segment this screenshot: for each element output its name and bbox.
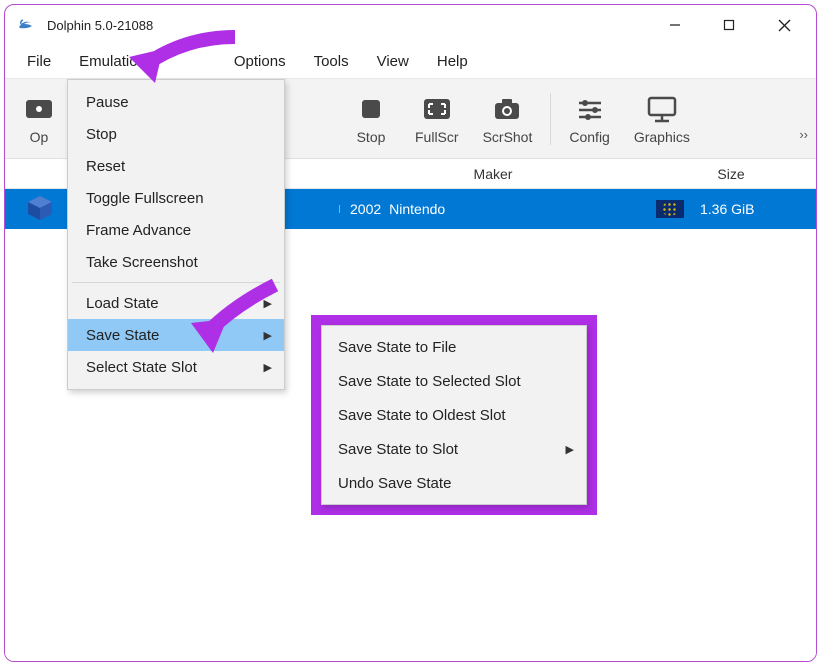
menu-pause[interactable]: Pause: [68, 86, 284, 118]
submenu-arrow-icon: ▶: [264, 361, 272, 374]
submenu-save-to-slot[interactable]: Save State to Slot ▶: [322, 432, 586, 466]
save-state-submenu-highlight: Save State to File Save State to Selecte…: [311, 315, 597, 515]
screenshot-label: ScrShot: [483, 129, 533, 145]
config-label: Config: [569, 129, 609, 145]
toolbar-overflow-icon[interactable]: ››: [799, 127, 808, 142]
submenu-arrow-icon: ▶: [264, 329, 272, 342]
graphics-button[interactable]: Graphics: [622, 87, 702, 151]
menubar: File Emulation Options Tools View Help: [5, 45, 816, 79]
titlebar: Dolphin 5.0-21088: [5, 5, 816, 45]
menu-load-state[interactable]: Load State ▶: [68, 287, 284, 319]
sliders-icon: [574, 93, 606, 125]
menu-emulation[interactable]: Emulation: [65, 45, 160, 78]
disc-icon: [23, 93, 55, 125]
submenu-undo-save-state[interactable]: Undo Save State: [322, 466, 586, 500]
menu-stop[interactable]: Stop: [68, 118, 284, 150]
menu-separator: [72, 282, 280, 283]
menu-select-slot-label: Select State Slot: [86, 359, 197, 376]
game-size: 1.36 GiB: [700, 201, 754, 217]
column-size[interactable]: Size: [636, 166, 816, 182]
menu-reset[interactable]: Reset: [68, 150, 284, 182]
size-cell: 1.36 GiB: [636, 200, 816, 218]
menu-frame-advance[interactable]: Frame Advance: [68, 214, 284, 246]
submenu-save-to-slot-label: Save State to Slot: [338, 441, 458, 458]
menu-save-state[interactable]: Save State ▶: [68, 319, 284, 351]
emulation-menu-dropdown: Pause Stop Reset Toggle Fullscreen Frame…: [67, 79, 285, 390]
stop-button[interactable]: Stop: [339, 87, 403, 151]
close-icon: [778, 19, 791, 32]
graphics-label: Graphics: [634, 129, 690, 145]
submenu-save-to-file[interactable]: Save State to File: [322, 330, 586, 364]
menu-load-state-label: Load State: [86, 295, 159, 312]
minimize-icon: [669, 19, 681, 31]
year-cell: 2002: [340, 201, 389, 217]
config-button[interactable]: Config: [557, 87, 621, 151]
window-title: Dolphin 5.0-21088: [47, 18, 153, 33]
monitor-icon: [646, 93, 678, 125]
maker-cell: Nintendo: [389, 201, 636, 217]
submenu-arrow-icon: ▶: [566, 443, 574, 456]
toolbar-separator: [550, 93, 551, 145]
gamecube-icon: [25, 193, 55, 226]
menu-view[interactable]: View: [363, 45, 423, 78]
fullscreen-label: FullScr: [415, 129, 459, 145]
menu-hidden[interactable]: [160, 45, 220, 78]
submenu-save-to-oldest-slot[interactable]: Save State to Oldest Slot: [322, 398, 586, 432]
platform-cell: [5, 193, 75, 226]
stop-icon: [355, 93, 387, 125]
minimize-button[interactable]: [648, 5, 702, 45]
fullscreen-button[interactable]: FullScr: [403, 87, 471, 151]
menu-tools[interactable]: Tools: [300, 45, 363, 78]
submenu-save-to-selected-slot[interactable]: Save State to Selected Slot: [322, 364, 586, 398]
camera-icon: [491, 93, 523, 125]
menu-help[interactable]: Help: [423, 45, 482, 78]
fullscreen-icon: [421, 93, 453, 125]
menu-save-state-label: Save State: [86, 327, 159, 344]
maximize-icon: [723, 19, 735, 31]
app-window: Dolphin 5.0-21088 File Emulation Options…: [4, 4, 817, 662]
save-state-submenu: Save State to File Save State to Selecte…: [321, 325, 587, 505]
submenu-arrow-icon: ▶: [264, 297, 272, 310]
menu-options[interactable]: Options: [220, 45, 300, 78]
open-label: Op: [30, 129, 49, 145]
menu-file[interactable]: File: [13, 45, 65, 78]
close-button[interactable]: [756, 5, 812, 45]
column-maker[interactable]: Maker: [340, 166, 636, 182]
open-button[interactable]: Op: [11, 87, 67, 151]
screenshot-button[interactable]: ScrShot: [471, 87, 545, 151]
dolphin-logo-icon: [17, 17, 37, 33]
menu-select-state-slot[interactable]: Select State Slot ▶: [68, 351, 284, 383]
menu-take-screenshot[interactable]: Take Screenshot: [68, 246, 284, 278]
stop-label: Stop: [357, 129, 386, 145]
maximize-button[interactable]: [702, 5, 756, 45]
menu-toggle-fullscreen[interactable]: Toggle Fullscreen: [68, 182, 284, 214]
window-controls: [648, 5, 812, 45]
eu-flag-icon: [656, 200, 684, 218]
